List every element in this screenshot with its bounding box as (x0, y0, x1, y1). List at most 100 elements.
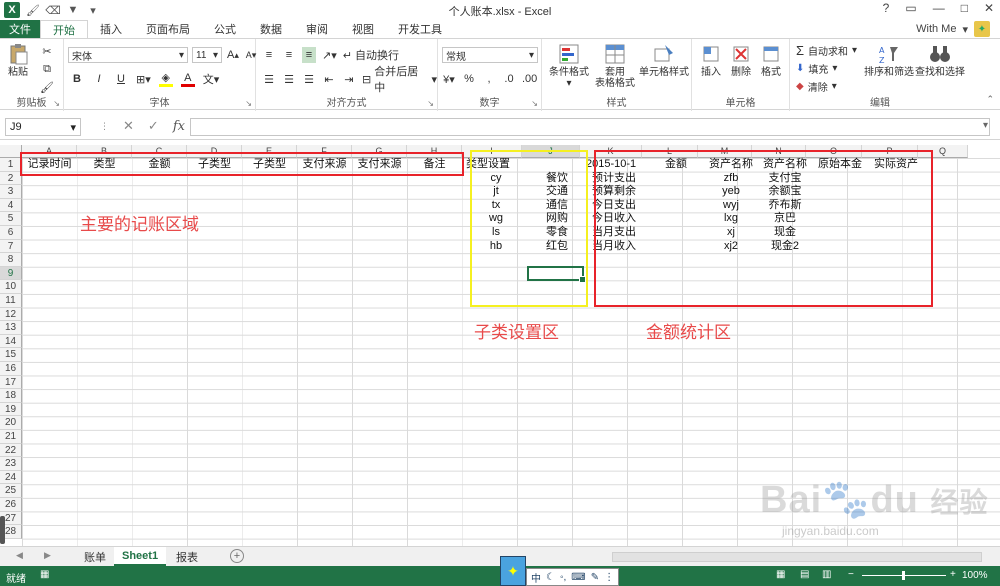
paste-button[interactable]: 粘贴 (6, 43, 30, 78)
row-header-21[interactable]: 21 (0, 430, 22, 444)
merge-center-button[interactable]: ⊟ 合并后居中 ▾ (362, 66, 437, 94)
align-top-icon[interactable]: ≡ (262, 47, 276, 63)
tab-data[interactable]: 数据 (248, 20, 294, 38)
settings-icon[interactable]: ✎ (591, 572, 599, 583)
number-format-select[interactable]: 常规 ▾ (442, 47, 538, 63)
tab-file[interactable]: 文件 (0, 20, 40, 38)
row-header-9[interactable]: 9 (0, 266, 22, 281)
tab-developer[interactable]: 开发工具 (386, 20, 454, 38)
format-painter-button-icon[interactable]: 🖌 (40, 79, 54, 95)
font-name-select[interactable]: 宋体 ▾ (68, 47, 188, 63)
sheet-tab-report[interactable]: 报表 (168, 547, 206, 566)
decrease-decimal-icon[interactable]: .00 (522, 71, 537, 87)
underline-button[interactable]: U (114, 71, 128, 87)
prev-sheet-icon[interactable]: ◀ (16, 550, 23, 561)
select-all-button[interactable] (0, 145, 22, 158)
alignment-launcher-icon[interactable]: ↘ (427, 99, 434, 108)
border-icon[interactable]: ⊞▾ (136, 71, 151, 87)
tab-insert[interactable]: 插入 (88, 20, 134, 38)
next-sheet-icon[interactable]: ▶ (44, 550, 51, 561)
increase-indent-icon[interactable]: ⇥ (342, 71, 356, 87)
comma-button[interactable]: , (482, 71, 496, 87)
align-bottom-icon[interactable]: ≡ (302, 47, 316, 63)
row-header-23[interactable]: 23 (0, 457, 22, 471)
user-account[interactable]: With Me ▾ ✦ (916, 21, 990, 37)
formula-input[interactable] (190, 118, 990, 136)
zoom-level[interactable]: 100% (962, 570, 988, 581)
tab-home[interactable]: 开始 (40, 20, 88, 38)
row-header-11[interactable]: 11 (0, 294, 22, 308)
row-header-4[interactable]: 4 (0, 198, 22, 213)
align-center-icon[interactable]: ☰ (282, 71, 296, 87)
italic-button[interactable]: I (92, 71, 106, 87)
sheet-tab-bill[interactable]: 账单 (76, 547, 114, 566)
zoom-slider-thumb[interactable] (902, 571, 905, 580)
row-header-19[interactable]: 19 (0, 402, 22, 417)
row-header-2[interactable]: 2 (0, 171, 22, 186)
row-header-7[interactable]: 7 (0, 239, 22, 254)
normal-view-icon[interactable]: ▦ (776, 569, 785, 580)
clear-button[interactable]: ◆ 清除 ▾ (796, 79, 837, 94)
row-header-14[interactable]: 14 (0, 334, 22, 349)
row-header-20[interactable]: 20 (0, 416, 22, 430)
row-header-13[interactable]: 13 (0, 321, 22, 335)
minimize-button[interactable]: — (933, 1, 945, 15)
help-button[interactable]: ? (883, 1, 890, 15)
ime-logo-icon[interactable]: ✦ (500, 556, 526, 586)
keyboard-icon[interactable]: ⌨ (571, 572, 585, 583)
format-as-table-button[interactable]: 套用 表格格式 (592, 43, 638, 89)
align-middle-icon[interactable]: ≡ (282, 47, 296, 63)
row-header-15[interactable]: 15 (0, 348, 22, 362)
pane-handle[interactable] (0, 516, 5, 544)
expand-formula-icon[interactable]: ▾ (983, 120, 988, 131)
tab-review[interactable]: 审阅 (294, 20, 340, 38)
autosum-button[interactable]: Σ 自动求和 ▾ (796, 43, 857, 58)
format-cells-button[interactable]: 格式 (756, 43, 786, 78)
row-header-1[interactable]: 1 (0, 158, 22, 172)
conditional-format-button[interactable]: 条件格式 ▾ (546, 43, 592, 89)
sort-filter-button[interactable]: AZ 排序和筛选 (864, 43, 914, 78)
page-break-view-icon[interactable]: ▥ (822, 569, 831, 580)
row-header-22[interactable]: 22 (0, 443, 22, 458)
punctuation-icon[interactable]: ◦, (560, 572, 566, 583)
close-button[interactable]: ✕ (984, 1, 994, 15)
row-header-24[interactable]: 24 (0, 470, 22, 485)
currency-icon[interactable]: ¥▾ (442, 71, 456, 87)
clipboard-launcher-icon[interactable]: ↘ (53, 99, 60, 108)
add-sheet-icon[interactable]: + (230, 549, 244, 563)
font-launcher-icon[interactable]: ↘ (245, 99, 252, 108)
wrap-text-button[interactable]: ↵ 自动换行 (343, 47, 399, 63)
decrease-indent-icon[interactable]: ⇤ (322, 71, 336, 87)
fill-button[interactable]: ⬇ 填充 ▾ (796, 61, 837, 76)
cancel-icon[interactable]: ✕ (123, 118, 134, 134)
sheet-tab-sheet1[interactable]: Sheet1 (114, 547, 167, 566)
phonetic-icon[interactable]: 文▾ (203, 71, 220, 87)
copy-icon[interactable]: ⧉ (40, 61, 54, 77)
page-layout-view-icon[interactable]: ▤ (800, 569, 809, 580)
macro-record-icon[interactable]: ▦ (40, 569, 49, 580)
row-header-17[interactable]: 17 (0, 375, 22, 390)
increase-decimal-icon[interactable]: .0 (502, 71, 516, 87)
font-color-icon[interactable]: A (180, 71, 195, 87)
align-right-icon[interactable]: ☰ (302, 71, 316, 87)
row-header-12[interactable]: 12 (0, 307, 22, 322)
percent-button[interactable]: % (462, 71, 476, 87)
row-header-5[interactable]: 5 (0, 212, 22, 226)
maximize-button[interactable]: □ (961, 1, 968, 15)
insert-cells-button[interactable]: 插入 (696, 43, 726, 78)
row-header-16[interactable]: 16 (0, 362, 22, 376)
cut-icon[interactable]: ✂ (40, 43, 54, 59)
moon-icon[interactable]: ☾ (546, 572, 555, 583)
find-select-button[interactable]: 查找和选择 (914, 43, 966, 78)
row-header-6[interactable]: 6 (0, 226, 22, 240)
row-header-10[interactable]: 10 (0, 280, 22, 294)
grow-font-button[interactable]: A ▴ (226, 47, 240, 63)
collapse-ribbon-icon[interactable]: ⌃ (986, 94, 994, 105)
zoom-in-icon[interactable]: + (950, 569, 956, 580)
fill-color-icon[interactable]: ◈ (158, 71, 173, 87)
number-launcher-icon[interactable]: ↘ (531, 99, 538, 108)
row-header-8[interactable]: 8 (0, 253, 22, 267)
row-header-26[interactable]: 26 (0, 498, 22, 512)
row-header-18[interactable]: 18 (0, 389, 22, 403)
delete-cells-button[interactable]: 删除 (726, 43, 756, 78)
